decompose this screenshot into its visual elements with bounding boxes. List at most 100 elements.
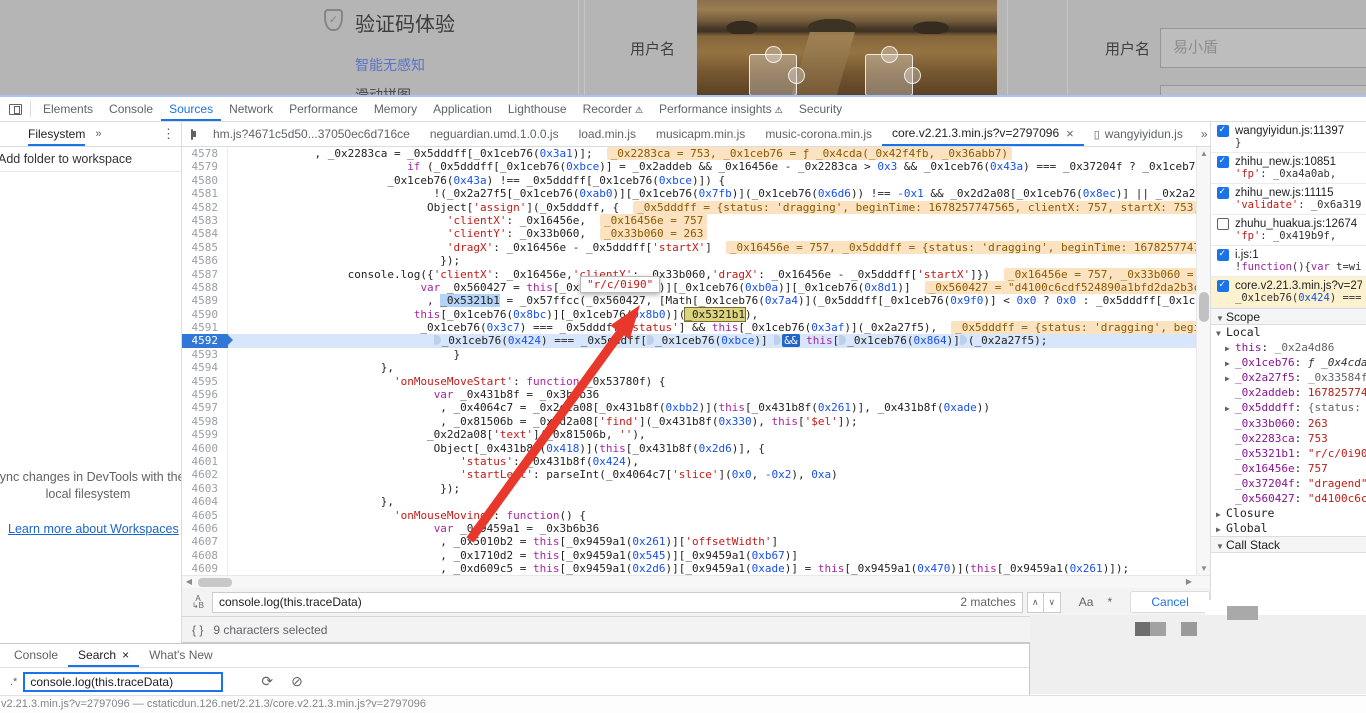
line-number[interactable]: 4597 [182,401,228,414]
scope-variable[interactable]: _0x33b060: 263 [1211,416,1366,431]
tab-smart-captcha[interactable]: 智能无感知 [355,55,425,75]
clear-icon[interactable]: ⊘ [291,673,303,690]
code-line[interactable]: 4578 , _0x2283ca = _0x5dddff[_0x1ceb76(0… [182,147,1196,160]
code-line[interactable]: 4600 Object[_0x431b8f(0x418)](this[_0x43… [182,442,1196,455]
tab-lighthouse[interactable]: Lighthouse [500,97,575,121]
code-line[interactable]: 4580 _0x1ceb76(0x43a) !== _0x5dddff[_0x1… [182,174,1196,187]
line-number[interactable]: 4603 [182,482,228,495]
line-number[interactable]: 4599 [182,428,228,441]
tab-application[interactable]: Application [425,97,500,121]
scope-variable[interactable]: _0x2283ca: 753 [1211,431,1366,446]
line-number[interactable]: 4585 [182,241,228,254]
breakpoint-entry[interactable]: i.js:1!function(){var t=wind [1211,246,1366,277]
tab-filesystem[interactable]: Filesystem [28,122,85,146]
line-number[interactable]: 4588 [182,281,228,294]
line-number[interactable]: 4583 [182,214,228,227]
line-number[interactable]: 4582 [182,201,228,214]
scroll-left-icon[interactable]: ◀ [182,576,196,588]
scope-variable[interactable]: ▶_0x1ceb76: ƒ _0x4cda(_0x42f4fb, _0x36ab… [1211,355,1366,370]
tab-console[interactable]: Console [101,97,161,121]
scope-local-group[interactable]: ▼Local [1211,325,1366,340]
line-number[interactable]: 4580 [182,174,228,187]
line-number[interactable]: 4590 [182,308,228,321]
line-number[interactable]: 4581 [182,187,228,200]
breakpoint-entry[interactable]: zhuhu_huakua.js:12674'fp': _0x419b9f, [1211,215,1366,246]
code-line[interactable]: 4595 'onMouseMoveStart': function(_0x537… [182,375,1196,388]
code-line[interactable]: 4589 , _0x5321b1 = _0x57ffcc(_0x560427, … [182,294,1196,307]
tab-sources[interactable]: Sources [161,97,221,121]
previous-match-button[interactable]: ∧ [1027,592,1044,613]
regex-icon[interactable]: .* [10,676,17,688]
refresh-icon[interactable]: ⟳ [261,673,273,690]
line-number[interactable]: 4586 [182,254,228,267]
breakpoint-checkbox[interactable] [1217,156,1229,168]
tab-performance-insights[interactable]: Performance insights⚠ [651,97,791,121]
inline-step-marker-icon[interactable] [774,335,781,345]
code-line[interactable]: 4593 } [182,348,1196,361]
code-line[interactable]: 4602 'startLeft': parseInt(_0x4064c7['sl… [182,468,1196,481]
scroll-down-icon[interactable]: ▼ [1197,562,1210,575]
scope-variable[interactable]: _0x16456e: 757 [1211,461,1366,476]
line-number[interactable]: 4609 [182,562,228,575]
code-lines[interactable]: 4578 , _0x2283ca = _0x5dddff[_0x1ceb76(0… [182,147,1196,575]
more-navigator-tabs-icon[interactable]: » [95,128,101,140]
pretty-print-icon[interactable]: { } [192,623,203,637]
horizontal-scroll-thumb[interactable] [198,578,232,587]
code-editor[interactable]: 4578 , _0x2283ca = _0x5dddff[_0x1ceb76(0… [182,147,1210,588]
code-line[interactable]: 4607 , _0x5010b2 = this[_0x9459a1(0x261)… [182,535,1196,548]
inline-step-marker-icon[interactable] [839,335,846,345]
code-line[interactable]: 4584 'clientY': _0x33b060,_0x33b060 = 26… [182,227,1196,240]
breakpoint-checkbox[interactable] [1217,125,1229,137]
code-line[interactable]: 4588 var _0x560427 = this[_0x1ceb76(0xc1… [182,281,1196,294]
next-match-button[interactable]: ∨ [1044,592,1061,613]
breakpoint-entry[interactable]: zhihu_new.js:10851'fp': _0xa4a0ab, [1211,153,1366,184]
code-line[interactable]: 4582 Object['assign'](_0x5dddff, {_0x5dd… [182,201,1196,214]
code-line[interactable]: 4605 'onMouseMoving': function() { [182,509,1196,522]
search-input[interactable]: console.log(this.traceData) [23,672,223,692]
horizontal-scrollbar[interactable]: ◀ ▶ [182,575,1210,588]
code-line[interactable]: 4599 _0x2d2a08['text'](_0x81506b, ''), [182,428,1196,441]
toggle-device-toolbar-icon[interactable] [9,104,22,115]
line-number[interactable]: 4594 [182,361,228,374]
tab-elements[interactable]: Elements [35,97,101,121]
file-tab[interactable]: hm.js?4671c5d50...37050ec6d716ce [203,122,420,146]
line-number[interactable]: 4591 [182,321,228,334]
file-tab[interactable]: music-corona.min.js [755,122,882,146]
scope-section-header[interactable]: ▼Scope [1211,308,1366,325]
scope-variable[interactable]: _0x5321b1: "r/c/0i90" [1211,446,1366,461]
drawer-tab-console[interactable]: Console [4,644,68,667]
navigator-menu-icon[interactable]: ⋮ [162,126,175,142]
callstack-section-header[interactable]: ▼Call Stack [1211,536,1366,553]
line-number[interactable]: 4608 [182,549,228,562]
code-line[interactable]: 4604 }, [182,495,1196,508]
line-number[interactable]: 4589 [182,294,228,307]
line-number[interactable]: 4579 [182,160,228,173]
captcha-puzzle-image[interactable] [697,0,997,95]
code-line[interactable]: 4597 , _0x4064c7 = _0x2d2a08[_0x431b8f(0… [182,401,1196,414]
tab-memory[interactable]: Memory [366,97,425,121]
scope-variable[interactable]: _0x2addeb: 1678257747565 [1211,385,1366,400]
tab-network[interactable]: Network [221,97,281,121]
line-number[interactable]: 4598 [182,415,228,428]
scope-variable[interactable]: _0x37204f: "dragend" [1211,476,1366,491]
code-line[interactable]: 4601 'status': _0x431b8f(0x424), [182,455,1196,468]
code-line[interactable]: 4579 if (_0x5dddff[_0x1ceb76(0xbce)] = _… [182,160,1196,173]
code-line[interactable]: 4581 !(_0x2a27f5[_0x1ceb76(0xab0)][_0x1c… [182,187,1196,200]
line-number[interactable]: 4592 [182,334,228,347]
tab-recorder[interactable]: Recorder⚠ [575,97,651,121]
code-line[interactable]: 4594 }, [182,361,1196,374]
code-line[interactable]: 4585 'dragX': _0x16456e - _0x5dddff['sta… [182,241,1196,254]
replace-toggle-icon[interactable]: A↳B [190,595,206,609]
scope-variable[interactable]: ▶_0x5dddff: {status: 'dragging', beginTi… [1211,400,1366,415]
code-line[interactable]: 4592 _0x1ceb76(0x424) === _0x5dddff[_0x1… [182,334,1196,347]
scope-global-group[interactable]: ▶Global [1211,521,1366,536]
line-number[interactable]: 4605 [182,509,228,522]
breakpoint-entry[interactable]: zhihu_new.js:11115'validate': _0x6a319c [1211,184,1366,215]
line-number[interactable]: 4593 [182,348,228,361]
hide-navigator-icon[interactable] [191,129,193,140]
line-number[interactable]: 4606 [182,522,228,535]
code-line[interactable]: 4608 , _0x1710d2 = this[_0x9459a1(0x545)… [182,549,1196,562]
tab-performance[interactable]: Performance [281,97,366,121]
scope-closure-group[interactable]: ▶Closure [1211,506,1366,521]
drawer-tab-search[interactable]: Search× [68,644,139,667]
